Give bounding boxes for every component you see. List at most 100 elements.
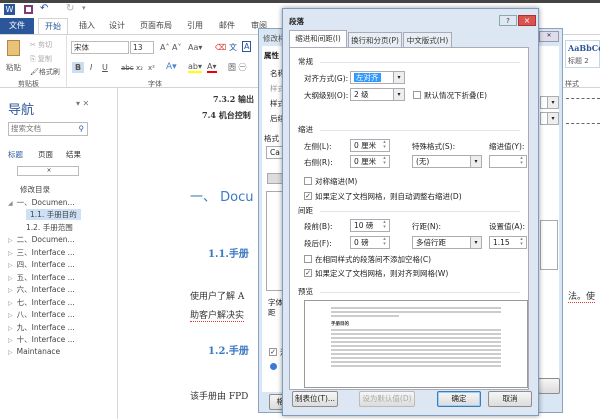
- cancel-button-back[interactable]: [538, 378, 560, 394]
- help-icon[interactable]: ?: [499, 15, 517, 26]
- collapsed-arrow-icon[interactable]: ▷: [8, 237, 13, 244]
- indent-right-spinner[interactable]: 0 厘米 ▴ ▾: [350, 155, 390, 168]
- nav-close-icon[interactable]: ▾ ✕: [76, 99, 89, 108]
- cancel-button[interactable]: 取消: [488, 391, 532, 407]
- indent-by-spinner[interactable]: ▴ ▾: [489, 155, 527, 168]
- strikethrough-button[interactable]: abc: [121, 64, 134, 72]
- collapsed-arrow-icon[interactable]: ▷: [8, 250, 13, 257]
- underline-button[interactable]: U: [102, 63, 108, 72]
- tab-indents-spacing[interactable]: 缩进和间距(I): [289, 30, 347, 48]
- style-heading2[interactable]: AaBbCc 标题 2: [565, 40, 600, 68]
- nav-heading-item[interactable]: 1.1. 手册目的: [26, 209, 81, 220]
- undo-icon[interactable]: ↶: [40, 3, 48, 14]
- add-to-gallery-checkbox[interactable]: ✓: [269, 348, 277, 356]
- nav-heading-item[interactable]: ▷ 六、Interface ...: [8, 284, 75, 295]
- collapsed-arrow-icon[interactable]: ▷: [8, 337, 13, 344]
- nav-heading-item[interactable]: ▷ 十、Interface ...: [8, 334, 75, 345]
- toc-line[interactable]: 7.4 机台控制: [202, 110, 251, 121]
- cut-button[interactable]: ✂ 剪切: [30, 40, 52, 50]
- modify-dialog-close-icon[interactable]: ✕: [539, 31, 559, 42]
- collapsed-arrow-icon[interactable]: ▷: [8, 287, 13, 294]
- nav-heading-item[interactable]: ▷ 二、Documen...: [8, 234, 75, 245]
- nav-heading-item[interactable]: ▷ 四、Interface ...: [8, 259, 75, 270]
- text-effects-icon[interactable]: A▾: [166, 62, 177, 72]
- mirror-indents-checkbox[interactable]: [304, 177, 312, 185]
- next-style-combo[interactable]: ▾: [540, 112, 559, 125]
- spinner-arrows-icon[interactable]: ▴ ▾: [517, 156, 526, 167]
- char-border-icon[interactable]: A: [242, 41, 252, 52]
- nav-heading-item[interactable]: 1.2. 手册范围: [26, 222, 73, 233]
- scrollbar[interactable]: [540, 220, 558, 270]
- spinner-arrows-icon[interactable]: ▴ ▾: [380, 140, 389, 151]
- tab-references[interactable]: 引用: [182, 18, 208, 34]
- paste-button[interactable]: 粘贴: [6, 62, 21, 73]
- collapsed-arrow-icon[interactable]: ▷: [8, 312, 13, 319]
- nav-heading-item[interactable]: ▷ 八、Interface ...: [8, 309, 75, 320]
- change-case-icon[interactable]: Aa▾: [188, 43, 202, 52]
- toc-line[interactable]: 7.3.2 输出: [213, 94, 254, 105]
- paste-icon[interactable]: [7, 40, 20, 56]
- char-shading-icon[interactable]: 圄 ㊀: [228, 62, 247, 73]
- font-color-icon[interactable]: A▾: [207, 62, 217, 73]
- collapse-default-checkbox[interactable]: [413, 91, 421, 99]
- clear-format-icon[interactable]: ⌫: [215, 43, 226, 52]
- font-size-combo[interactable]: 13: [130, 41, 154, 54]
- nav-tab-headings[interactable]: 标题: [8, 149, 23, 160]
- collapsed-arrow-icon[interactable]: ▷: [8, 300, 13, 307]
- customize-icon[interactable]: ▾: [82, 4, 86, 12]
- nav-heading-item[interactable]: ▷ 五、Interface ...: [8, 272, 75, 283]
- bold-button[interactable]: B: [72, 62, 85, 73]
- spacing-after-spinner[interactable]: 0 磅 ▴ ▾: [350, 236, 390, 249]
- collapsed-arrow-icon[interactable]: ▷: [8, 262, 13, 269]
- auto-right-indent-checkbox[interactable]: ✓: [304, 192, 312, 200]
- nav-tab-pages[interactable]: 页面: [38, 149, 53, 160]
- style-combo[interactable]: ▾: [540, 96, 559, 109]
- indent-left-spinner[interactable]: 0 厘米 ▴ ▾: [350, 139, 390, 152]
- nav-heading-item[interactable]: ▷ 九、Interface ...: [8, 322, 75, 333]
- subscript-button[interactable]: x₂: [136, 64, 143, 72]
- close-icon[interactable]: ×: [518, 15, 536, 26]
- font-name-combo[interactable]: 宋体: [71, 41, 129, 54]
- tab-asian-typography[interactable]: 中文版式(H): [403, 32, 452, 48]
- special-indent-combo[interactable]: (无) ▾: [412, 155, 482, 168]
- nav-tab-results[interactable]: 结果: [66, 149, 81, 160]
- nav-heading-item[interactable]: ▷ 三、Interface ...: [8, 247, 75, 258]
- highlight-icon[interactable]: ab▾: [188, 62, 202, 73]
- superscript-button[interactable]: x²: [148, 64, 155, 72]
- grow-font-icon[interactable]: A˄ A˅: [160, 43, 182, 52]
- spinner-arrows-icon[interactable]: ▴ ▾: [380, 220, 389, 231]
- collapsed-arrow-icon[interactable]: ▷: [8, 349, 13, 356]
- copy-button[interactable]: ⎘ 复制: [30, 54, 52, 64]
- line-spacing-combo[interactable]: 多倍行距 ▾: [412, 236, 482, 249]
- save-icon[interactable]: [24, 5, 33, 14]
- collapsed-arrow-icon[interactable]: ▷: [8, 275, 13, 282]
- search-icon[interactable]: ⚲: [79, 123, 85, 134]
- nav-heading-item[interactable]: 修改目录: [20, 184, 50, 195]
- spinner-arrows-icon[interactable]: ▴ ▾: [380, 237, 389, 248]
- set-default-button[interactable]: 设为默认值(D): [359, 391, 415, 407]
- italic-button[interactable]: I: [90, 63, 92, 72]
- no-space-same-style-checkbox[interactable]: [304, 255, 312, 263]
- alignment-combo[interactable]: 左对齐 ▾: [350, 71, 405, 84]
- spinner-arrows-icon[interactable]: ▴ ▾: [517, 237, 526, 248]
- ok-button[interactable]: 确定: [437, 391, 481, 407]
- tab-layout[interactable]: 页面布局: [136, 18, 176, 34]
- nav-search-input[interactable]: 搜索文档 ⚲: [8, 122, 88, 136]
- tab-mailings[interactable]: 邮件: [214, 18, 240, 34]
- tab-line-page-breaks[interactable]: 换行和分页(P): [348, 32, 402, 48]
- snap-to-grid-checkbox[interactable]: ✓: [304, 269, 312, 277]
- tabs-button[interactable]: 制表位(T)...: [292, 391, 338, 407]
- collapse-all-button[interactable]: ×: [17, 166, 79, 176]
- tab-home[interactable]: 开始: [38, 18, 68, 34]
- redo-icon[interactable]: ↻: [66, 3, 74, 14]
- phonetic-icon[interactable]: 文: [229, 42, 237, 53]
- tab-insert[interactable]: 插入: [74, 18, 100, 34]
- outline-level-combo[interactable]: 2 级 ▾: [350, 88, 405, 101]
- collapsed-arrow-icon[interactable]: ▷: [8, 325, 13, 332]
- tab-design[interactable]: 设计: [104, 18, 130, 34]
- spacing-before-spinner[interactable]: 10 磅 ▴ ▾: [350, 219, 390, 232]
- tab-file[interactable]: 文件: [0, 18, 34, 34]
- nav-heading-item[interactable]: ▷ 七、Interface ...: [8, 297, 75, 308]
- line-spacing-at-spinner[interactable]: 1.15 ▴ ▾: [489, 236, 527, 249]
- expanded-arrow-icon[interactable]: ◢: [8, 200, 13, 207]
